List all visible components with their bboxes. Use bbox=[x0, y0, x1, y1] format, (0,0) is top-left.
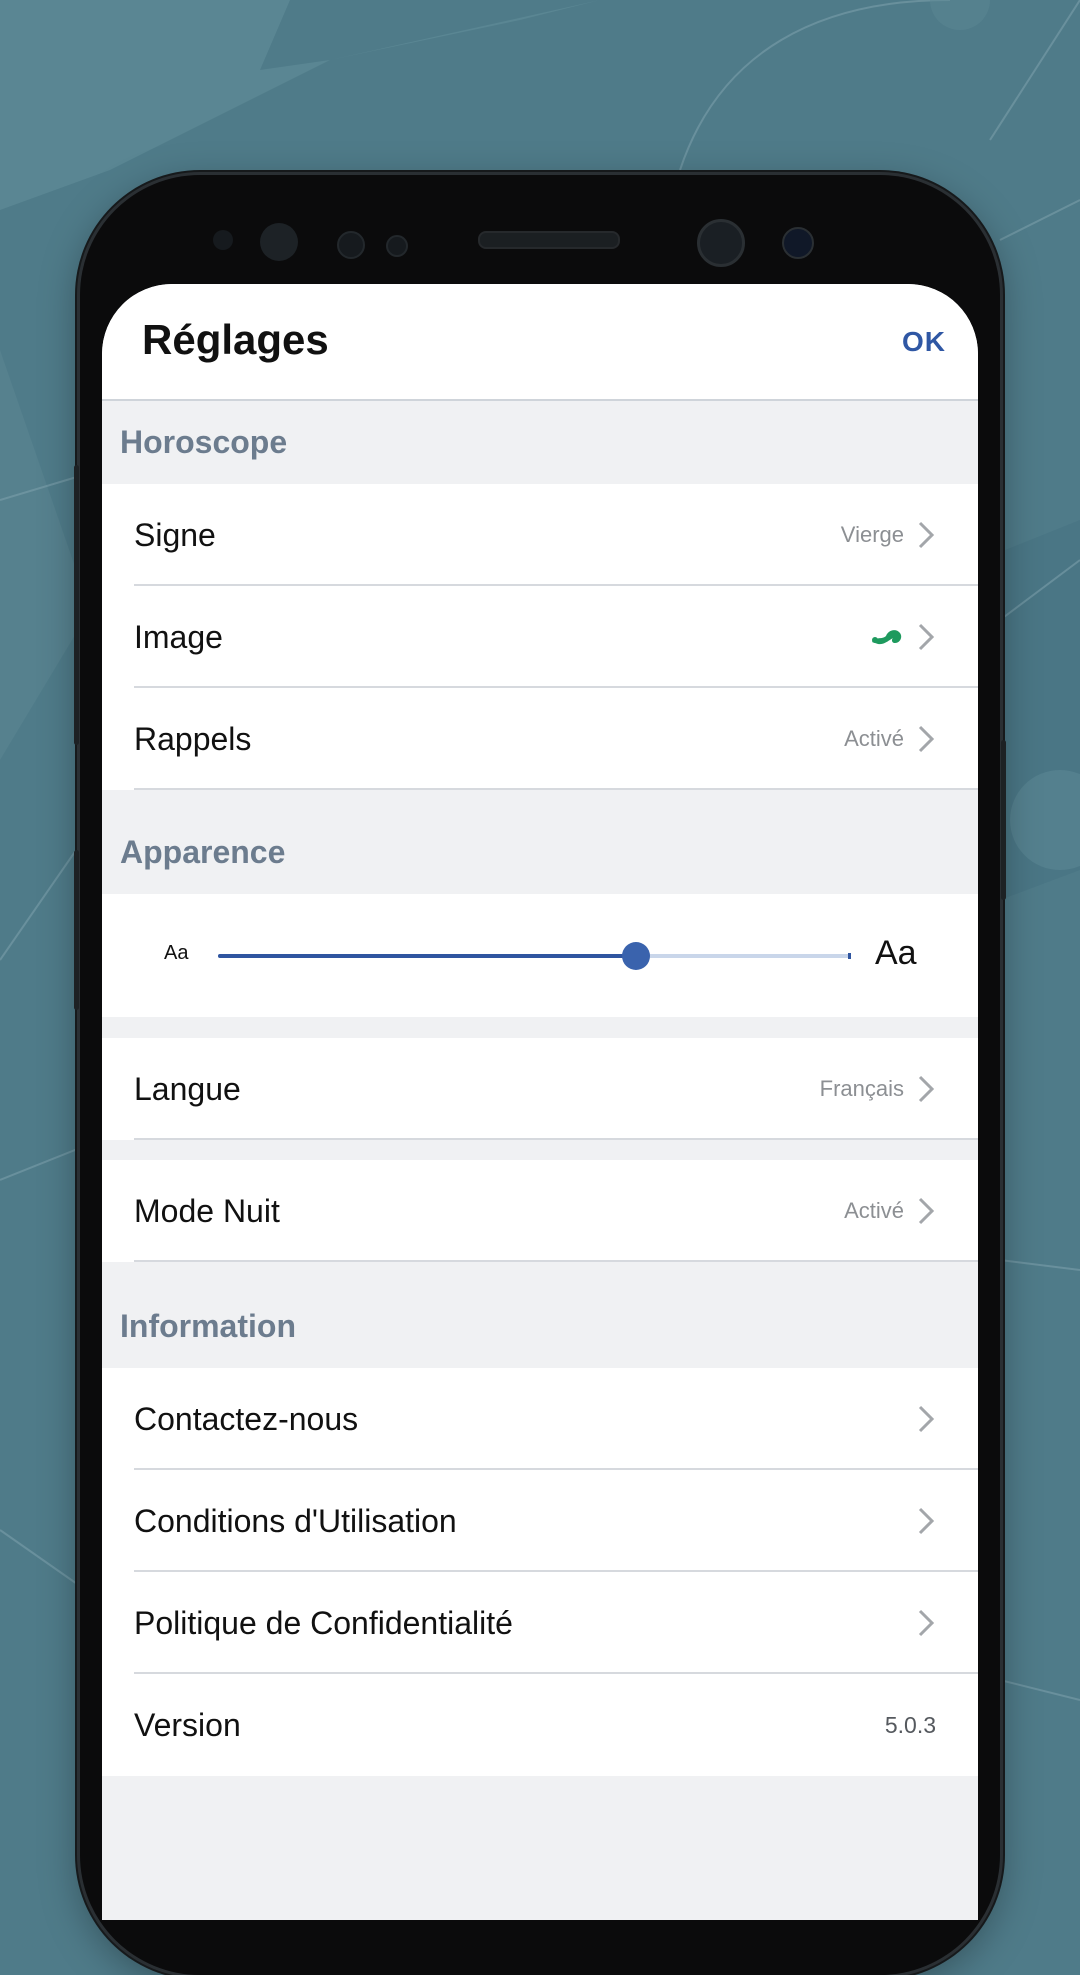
row-label: Signe bbox=[134, 516, 216, 553]
row-label: Mode Nuit bbox=[134, 1192, 280, 1229]
spacer bbox=[102, 1017, 978, 1038]
settings-screen: Réglages OK Horoscope Signe Vierge Image… bbox=[102, 284, 978, 1920]
row-terms[interactable]: Conditions d'Utilisation bbox=[102, 1470, 978, 1572]
section-title-horoscope: Horoscope bbox=[102, 401, 978, 484]
version-value: 5.0.3 bbox=[884, 1711, 936, 1738]
page-title: Réglages bbox=[142, 316, 329, 363]
font-size-slider[interactable] bbox=[218, 942, 851, 970]
chevron-right-icon bbox=[916, 724, 936, 754]
section-title-appearance: Apparence bbox=[102, 790, 978, 894]
row-label: Langue bbox=[134, 1070, 241, 1107]
spacer bbox=[102, 1140, 978, 1160]
chevron-right-icon bbox=[916, 520, 936, 550]
green-zodiac-icon bbox=[870, 624, 904, 650]
row-label: Rappels bbox=[134, 720, 252, 757]
chevron-right-icon bbox=[916, 1608, 936, 1638]
row-version: Version 5.0.3 bbox=[102, 1674, 978, 1776]
row-label: Conditions d'Utilisation bbox=[134, 1502, 457, 1539]
row-sign[interactable]: Signe Vierge bbox=[102, 484, 978, 586]
horoscope-group: Signe Vierge Image Rappels Activé bbox=[102, 484, 978, 790]
row-label: Contactez-nous bbox=[134, 1400, 359, 1437]
large-text-label: Aa bbox=[875, 934, 917, 972]
font-size-slider-row: Aa Aa bbox=[102, 894, 978, 1017]
volume-button bbox=[74, 465, 79, 745]
slider-end-tick bbox=[848, 953, 851, 959]
row-label: Politique de Confidentialité bbox=[134, 1604, 513, 1641]
information-group: Contactez-nous Conditions d'Utilisation … bbox=[102, 1368, 978, 1776]
chevron-right-icon bbox=[916, 1196, 936, 1226]
row-value: Activé bbox=[844, 1198, 904, 1223]
ok-button[interactable]: OK bbox=[902, 326, 946, 358]
slider-fill bbox=[218, 954, 636, 958]
row-value: Français bbox=[819, 1076, 904, 1101]
row-value: Vierge bbox=[840, 522, 904, 547]
row-label: Image bbox=[134, 618, 223, 655]
section-title-information: Information bbox=[102, 1262, 978, 1368]
app-header: Réglages OK bbox=[102, 284, 978, 401]
iris-camera bbox=[782, 227, 814, 259]
chevron-right-icon bbox=[916, 1506, 936, 1536]
row-night-mode[interactable]: Mode Nuit Activé bbox=[102, 1160, 978, 1262]
front-camera bbox=[697, 219, 745, 267]
small-text-label: Aa bbox=[164, 942, 189, 964]
row-privacy[interactable]: Politique de Confidentialité bbox=[102, 1572, 978, 1674]
night-mode-group: Mode Nuit Activé bbox=[102, 1160, 978, 1262]
iris-scanner bbox=[260, 223, 298, 261]
slider-thumb[interactable] bbox=[621, 942, 650, 970]
row-value: Activé bbox=[844, 726, 904, 751]
chevron-right-icon bbox=[916, 1404, 936, 1434]
sensor-dot bbox=[213, 230, 233, 250]
row-language[interactable]: Langue Français bbox=[102, 1038, 978, 1140]
power-button bbox=[1001, 740, 1006, 900]
row-image[interactable]: Image bbox=[102, 586, 978, 688]
chevron-right-icon bbox=[916, 1074, 936, 1104]
row-reminders[interactable]: Rappels Activé bbox=[102, 688, 978, 790]
row-contact[interactable]: Contactez-nous bbox=[102, 1368, 978, 1470]
earpiece-speaker bbox=[478, 231, 620, 249]
proximity-sensor bbox=[337, 231, 365, 259]
chevron-right-icon bbox=[916, 622, 936, 652]
language-group: Langue Français bbox=[102, 1038, 978, 1140]
row-label: Version bbox=[134, 1706, 241, 1743]
bixby-button bbox=[74, 850, 79, 1010]
light-sensor bbox=[386, 235, 408, 257]
